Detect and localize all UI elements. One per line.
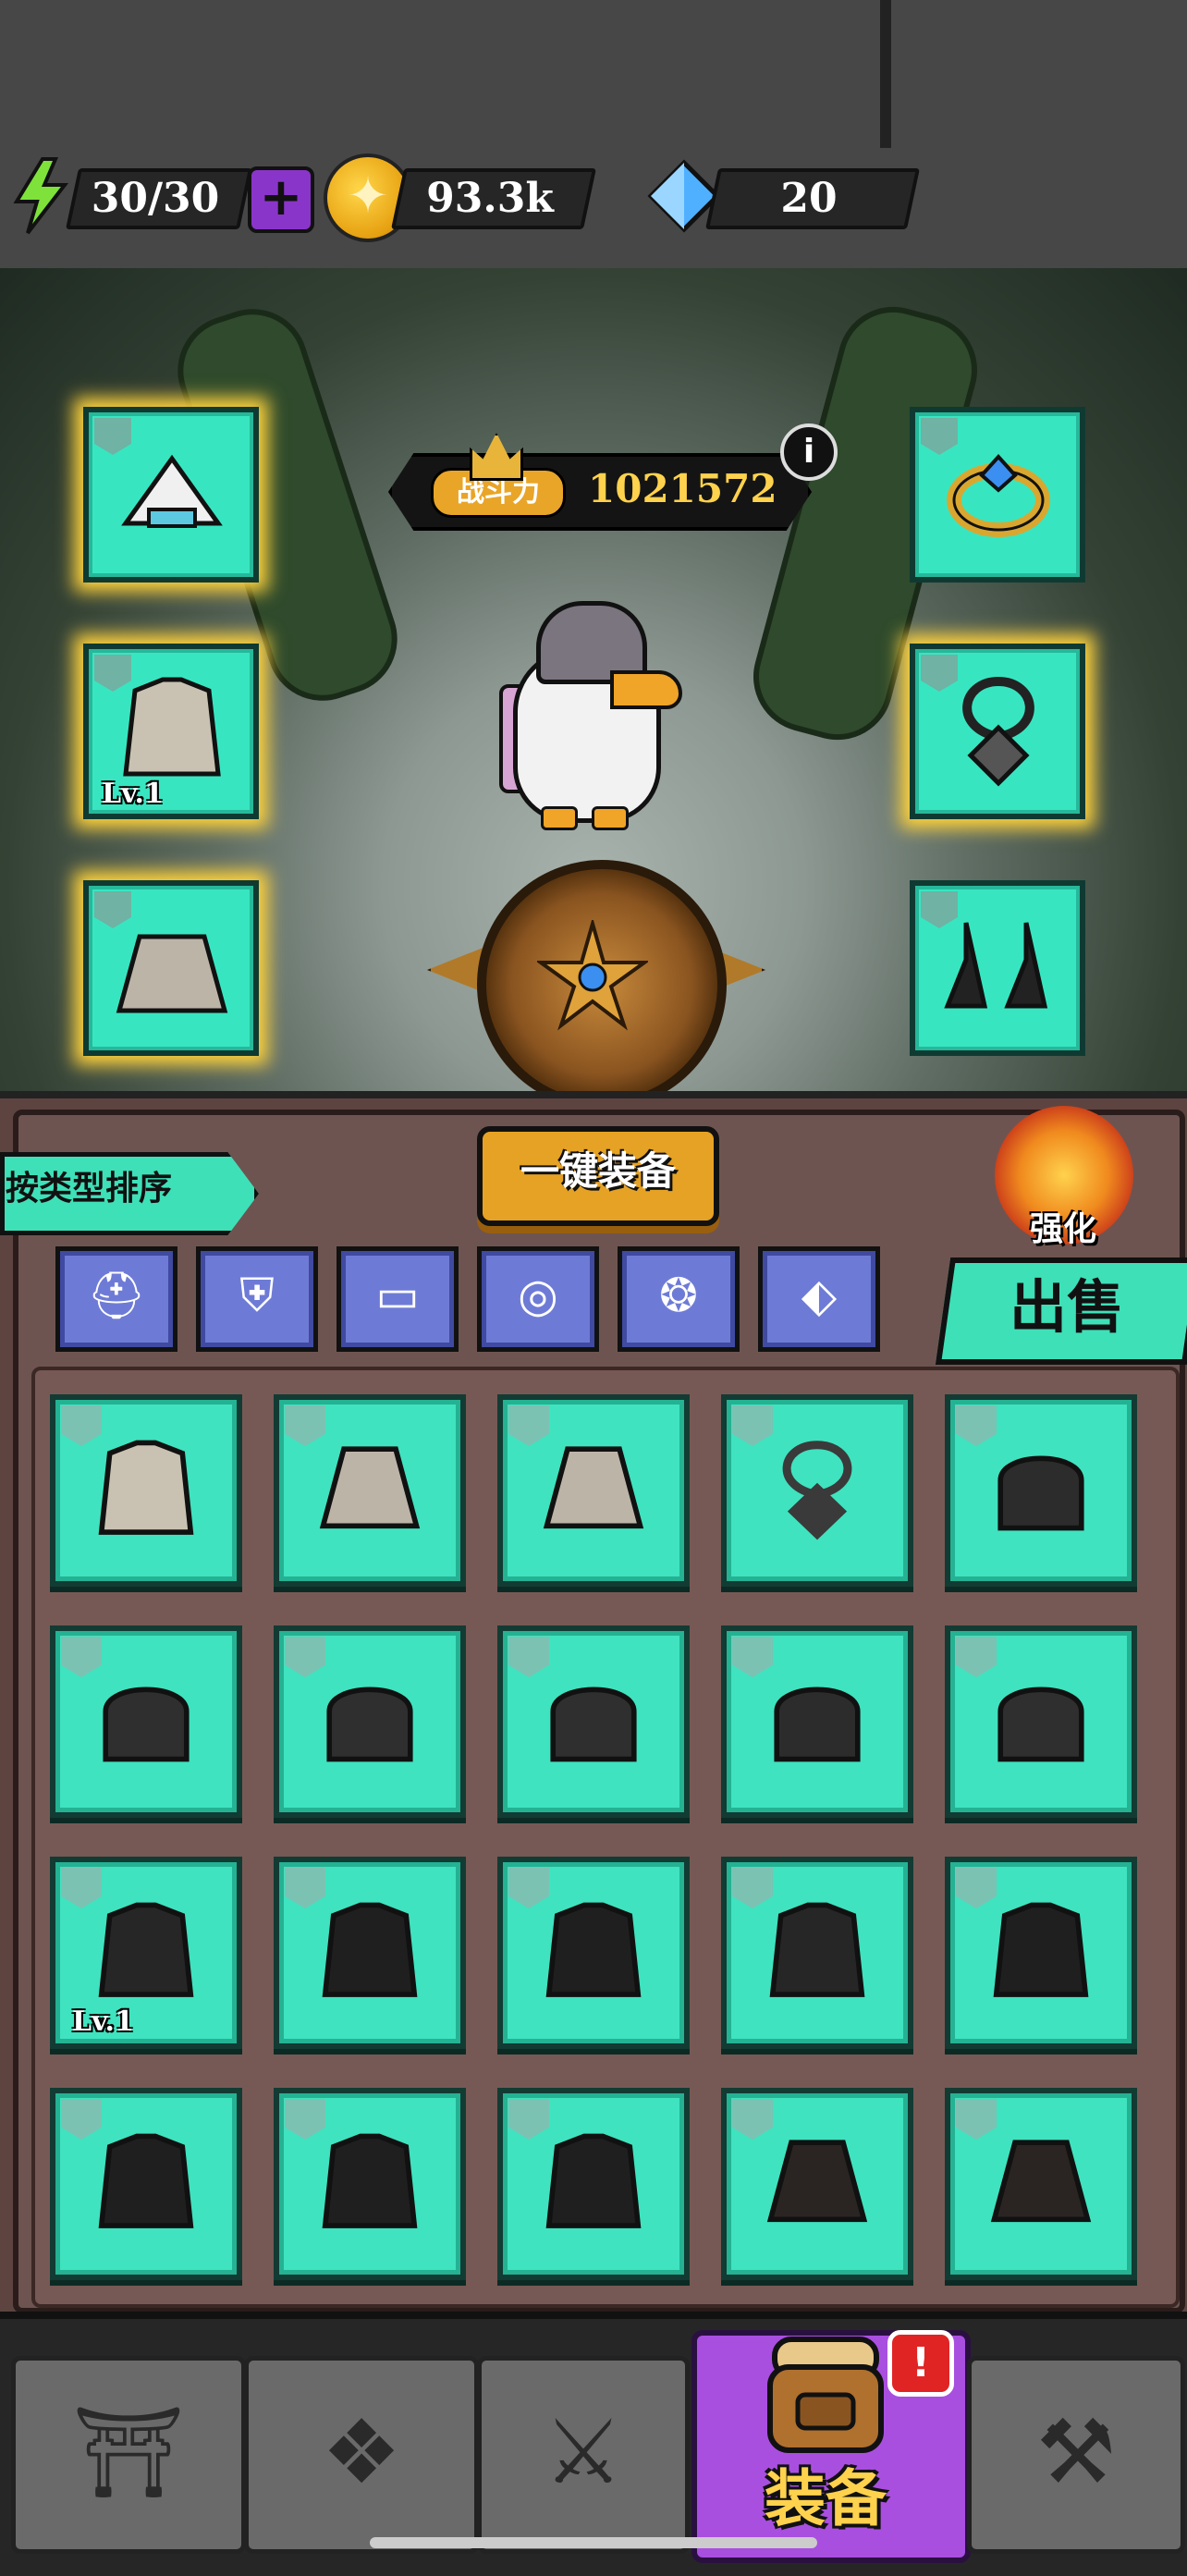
crossed-swords-icon: ⚔ — [543, 2400, 624, 2504]
skirt-icon — [990, 2140, 1092, 2223]
forge-icon: ⚒ — [1035, 2400, 1117, 2504]
gem-value: 20 — [780, 175, 838, 222]
equipped-slot-coat[interactable]: Lv.1 — [83, 644, 259, 819]
divider — [880, 0, 891, 148]
inventory-item-coat[interactable] — [497, 2088, 690, 2280]
character-foot — [592, 806, 629, 830]
medal-emblem-button[interactable] — [477, 860, 727, 1110]
add-energy-button[interactable]: + — [248, 166, 314, 233]
energy-value: 30/30 — [91, 175, 220, 222]
helmet-icon — [997, 1687, 1084, 1762]
skirt-icon — [766, 2140, 868, 2223]
helmet-icon: ⛑ — [87, 1269, 146, 1322]
skirt-icon — [543, 1446, 644, 1529]
equipped-slot-ring[interactable] — [910, 407, 1085, 583]
star-gem-icon — [537, 920, 648, 1031]
equipped-slot-earrings[interactable] — [910, 880, 1085, 1056]
armor-icon: ⛨ — [239, 1269, 275, 1322]
upgrade-label: 强化 — [1029, 1210, 1096, 1248]
inventory-item-skirt[interactable] — [945, 2088, 1137, 2280]
necklace-icon — [782, 1441, 852, 1540]
combat-power-value: 1021572 — [588, 466, 777, 511]
equipped-slot-skirt[interactable] — [83, 880, 259, 1056]
nav-tab-battle[interactable]: ⚔ — [477, 2356, 690, 2554]
coat-icon — [545, 2133, 642, 2228]
book-icon: ❖ — [321, 2400, 402, 2504]
earrings-icon — [944, 922, 1048, 1009]
inventory-item-coat[interactable] — [497, 1857, 690, 2049]
slot-type-icon — [94, 891, 131, 928]
nav-tab-book[interactable]: ❖ — [244, 2356, 479, 2554]
sell-label: 出售 — [1009, 1273, 1124, 1341]
pants-icon: ▭ — [375, 1269, 420, 1322]
inventory-item-helmet[interactable] — [50, 1625, 242, 1818]
sort-by-type-label: 按类型排序 — [6, 1170, 173, 1208]
gold-value: 93.3k — [426, 175, 554, 222]
hat-icon — [121, 454, 223, 528]
inventory-item-coat[interactable] — [50, 1394, 242, 1587]
skirt-icon — [116, 934, 228, 1013]
inventory-item-helmet[interactable] — [945, 1394, 1137, 1587]
inventory-item-necklace[interactable] — [721, 1394, 913, 1587]
energy-icon — [13, 157, 69, 235]
filter-armor[interactable]: ⛨ — [196, 1246, 318, 1352]
nav-tab-shop[interactable]: ⛩ — [11, 2356, 246, 2554]
ring-icon — [947, 454, 1050, 537]
skirt-icon — [319, 1446, 421, 1529]
coat-icon — [98, 1440, 194, 1535]
home-indicator — [370, 2537, 817, 2548]
filter-necklace[interactable]: ❂ — [618, 1246, 740, 1352]
nav-tab-forge[interactable]: ⚒ — [967, 2356, 1185, 2554]
coat-icon — [98, 1902, 194, 1997]
inventory-item-skirt[interactable] — [721, 2088, 913, 2280]
coat-icon — [769, 1902, 865, 1997]
coat-icon — [98, 2133, 194, 2228]
backpack-icon — [767, 2337, 884, 2453]
helmet-icon — [774, 1687, 861, 1762]
inventory-item-skirt[interactable] — [274, 1394, 466, 1587]
inventory-item-coat[interactable] — [274, 2088, 466, 2280]
inventory-item-coat[interactable] — [945, 1857, 1137, 2049]
character-foot — [541, 806, 578, 830]
inventory-item-coat[interactable] — [274, 1857, 466, 2049]
helmet-icon — [326, 1687, 413, 1762]
inventory-item-skirt[interactable] — [497, 1394, 690, 1587]
filter-earring[interactable]: ⬖ — [758, 1246, 880, 1352]
equip-all-label: 一键装备 — [520, 1148, 676, 1194]
earring-icon: ⬖ — [801, 1269, 838, 1322]
inventory-item-coat[interactable]: Lv.1 — [50, 1857, 242, 2049]
nav-tab-equipment-label: 装备 — [765, 2463, 887, 2534]
helmet-icon — [103, 1687, 190, 1762]
inventory-item-coat[interactable] — [721, 1857, 913, 2049]
filter-ring[interactable]: ◎ — [477, 1246, 599, 1352]
ring-icon: ◎ — [518, 1269, 558, 1322]
info-button[interactable]: i — [780, 423, 838, 481]
helmet-icon — [550, 1687, 637, 1762]
coat-icon — [322, 2133, 418, 2228]
notification-badge: ! — [887, 2330, 954, 2397]
character-beak — [610, 670, 682, 709]
coat-icon — [993, 1902, 1089, 1997]
inventory-item-coat[interactable] — [50, 2088, 242, 2280]
inventory-item-helmet[interactable] — [497, 1625, 690, 1818]
necklace-icon — [962, 677, 1034, 787]
item-level: Lv.1 — [102, 778, 164, 810]
equipped-slot-hat[interactable] — [83, 407, 259, 583]
necklace-icon: ❂ — [659, 1269, 698, 1322]
helmet-icon — [997, 1455, 1084, 1531]
item-level: Lv.1 — [72, 2006, 134, 2038]
shop-icon: ⛩ — [72, 2400, 185, 2504]
filter-pants[interactable]: ▭ — [337, 1246, 459, 1352]
filter-helmet[interactable]: ⛑ — [55, 1246, 177, 1352]
inventory-item-helmet[interactable] — [945, 1625, 1137, 1818]
equipped-slot-necklace[interactable] — [910, 644, 1085, 819]
inventory-item-helmet[interactable] — [274, 1625, 466, 1818]
inventory-item-helmet[interactable] — [721, 1625, 913, 1818]
coat-icon — [545, 1902, 642, 1997]
coat-icon — [123, 677, 221, 777]
coat-icon — [322, 1902, 418, 1997]
